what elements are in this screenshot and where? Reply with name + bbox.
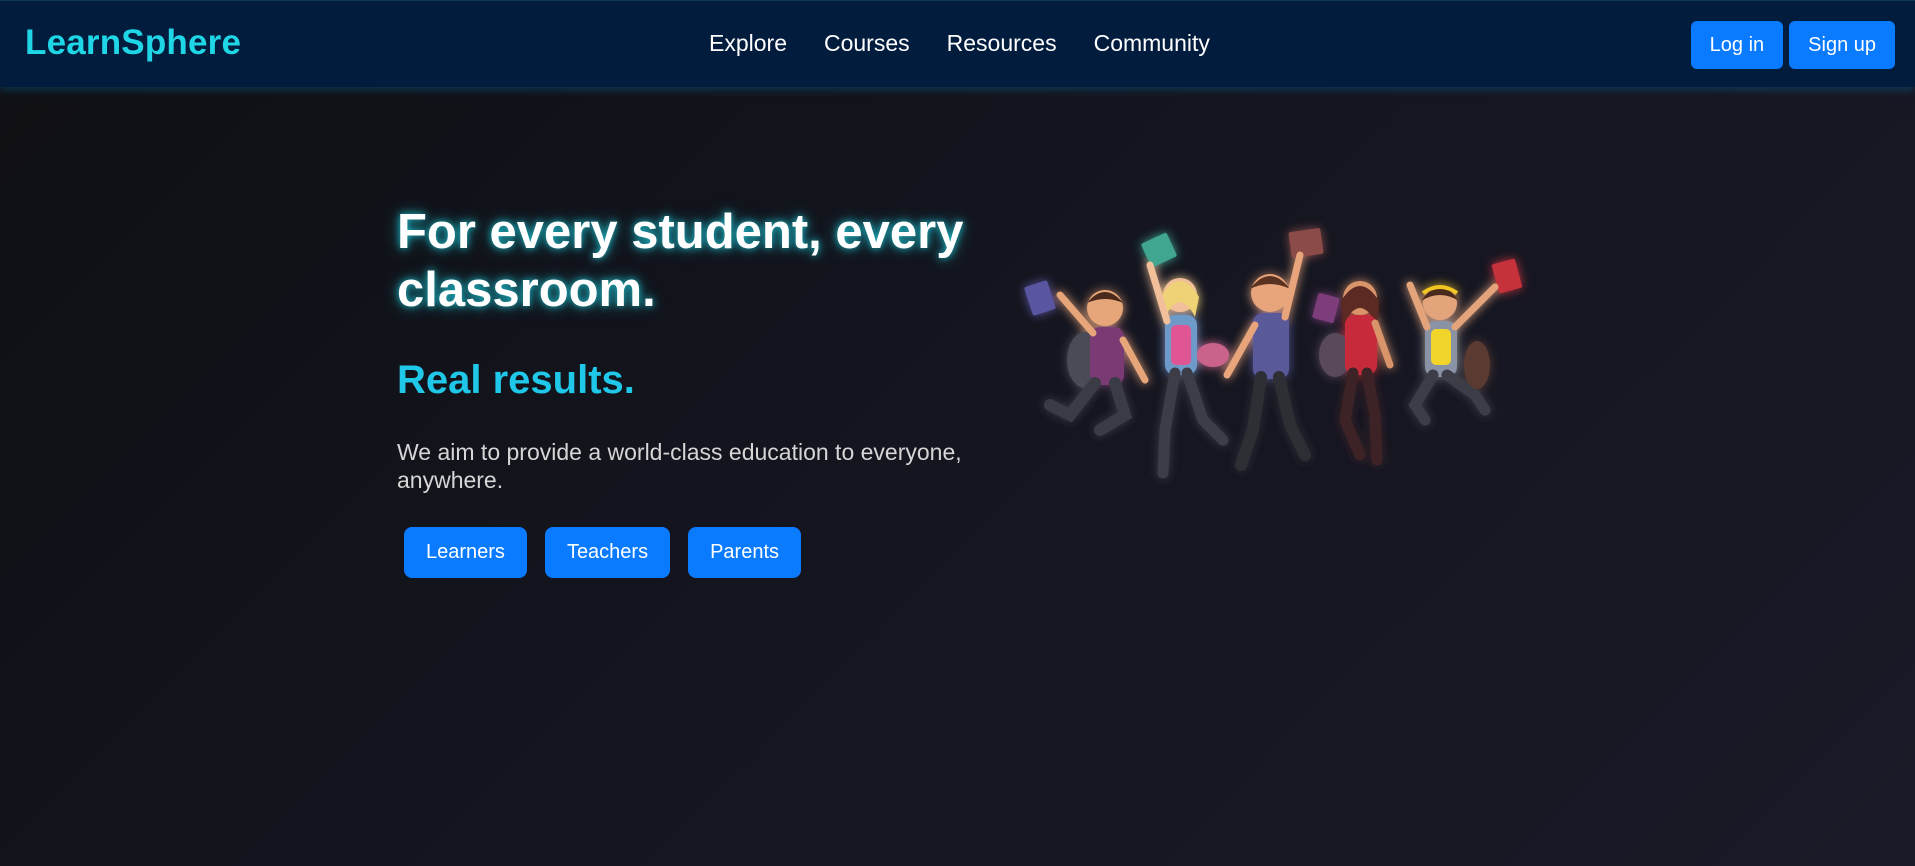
book-icon [1288,228,1324,258]
nav-link-resources[interactable]: Resources [947,30,1057,57]
signup-button[interactable]: Sign up [1789,21,1895,69]
login-button[interactable]: Log in [1690,21,1784,69]
jumping-students-illustration [1024,228,1523,479]
hero-title: For every student, every classroom. [397,205,964,317]
parents-button[interactable]: Parents [688,527,802,578]
hero-subtitle: Real results. [397,358,635,402]
student-figure [1044,290,1149,436]
book-icon [1141,232,1177,268]
nav-link-explore[interactable]: Explore [709,30,787,57]
auth-buttons: Log in Sign up [1690,21,1895,69]
audience-buttons: Learners Teachers Parents [404,527,802,578]
brand-logo[interactable]: LearnSphere [25,23,241,63]
hero-description: We aim to provide a world-class educatio… [397,439,962,493]
book-icon [1312,293,1340,323]
student-figure [1406,281,1499,426]
main-nav: Explore Courses Resources Community [709,30,1247,57]
student-figure [1146,261,1229,479]
learners-button[interactable]: Learners [404,527,527,578]
student-figure [1223,251,1311,471]
nav-link-courses[interactable]: Courses [824,30,910,57]
top-navbar: LearnSphere Explore Courses Resources Co… [0,0,1915,87]
teachers-button[interactable]: Teachers [544,527,671,578]
book-icon [1024,280,1056,316]
nav-link-community[interactable]: Community [1094,30,1210,57]
